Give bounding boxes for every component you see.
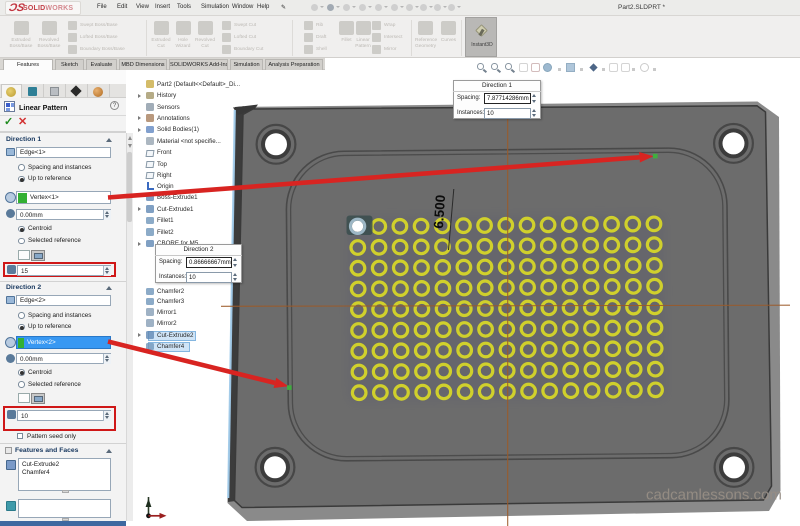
svg-text:6.500: 6.500 xyxy=(431,194,448,229)
svg-text:cadcamlessons.com: cadcamlessons.com xyxy=(646,487,782,504)
